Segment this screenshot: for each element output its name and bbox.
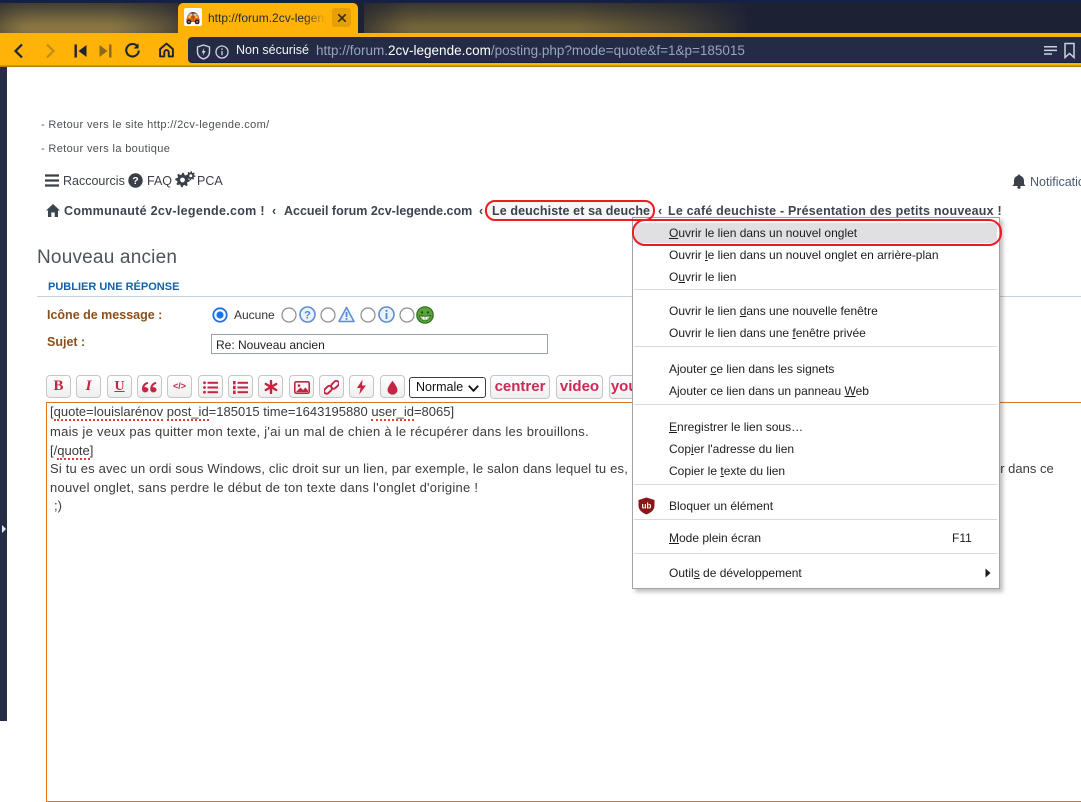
svg-text:ub: ub: [642, 502, 652, 511]
svg-text:?: ?: [304, 310, 311, 322]
svg-text:?: ?: [132, 175, 138, 187]
